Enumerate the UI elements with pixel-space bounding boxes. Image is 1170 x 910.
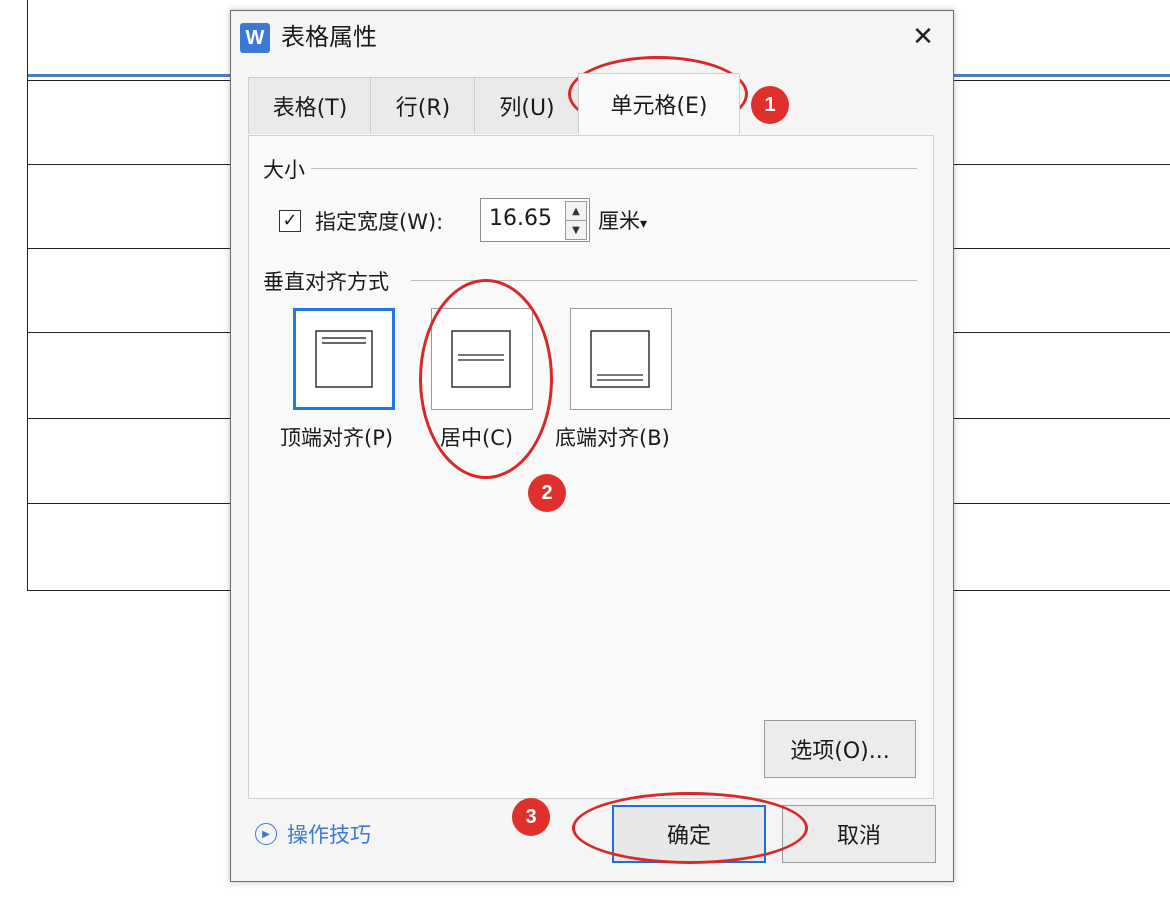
- valign-section-label: 垂直对齐方式: [263, 270, 389, 294]
- size-section-divider: [311, 168, 917, 169]
- spin-up-icon[interactable]: ▲: [565, 201, 587, 221]
- play-circle-icon: ▶: [255, 823, 277, 845]
- unit-label: 厘米: [598, 209, 640, 233]
- tips-label: 操作技巧: [287, 823, 371, 847]
- align-top-icon: [315, 330, 373, 388]
- unit-dropdown[interactable]: 厘米▾: [598, 205, 647, 235]
- dialog-titlebar[interactable]: W 表格属性 ✕: [231, 11, 953, 63]
- tab-table[interactable]: 表格(T): [248, 77, 372, 134]
- align-bottom-icon: [590, 330, 650, 388]
- cell-tab-panel: 大小 ✓ 指定宽度(W): 16.65 ▲ ▼ 厘米▾ 垂直对齐方式 顶端对齐(…: [248, 135, 934, 799]
- annotation-ellipse-ok-button: [572, 792, 808, 864]
- annotation-badge-2: 2: [528, 474, 566, 512]
- table-properties-dialog: W 表格属性 ✕ 表格(T) 行(R) 列(U) 单元格(E) 大小 ✓ 指定宽…: [230, 10, 954, 882]
- annotation-badge-1: 1: [751, 86, 789, 124]
- dialog-title: 表格属性: [281, 23, 377, 51]
- tab-column[interactable]: 列(U): [474, 77, 580, 134]
- valign-bottom-option[interactable]: [570, 308, 672, 410]
- annotation-badge-3: 3: [512, 798, 550, 836]
- valign-bottom-label: 底端对齐(B): [555, 426, 670, 450]
- annotation-ellipse-center-option: [419, 279, 553, 479]
- width-spin-buttons: ▲ ▼: [565, 201, 587, 240]
- spin-down-icon[interactable]: ▼: [565, 220, 587, 240]
- valign-top-label: 顶端对齐(P): [280, 426, 394, 450]
- chevron-down-icon: ▾: [640, 216, 648, 232]
- valign-top-option[interactable]: [293, 308, 395, 410]
- tab-cell[interactable]: 单元格(E): [578, 73, 740, 134]
- size-section-label: 大小: [263, 158, 305, 182]
- specify-width-label: 指定宽度(W):: [315, 210, 444, 234]
- width-value: 16.65: [489, 206, 552, 231]
- options-button[interactable]: 选项(O)...: [764, 720, 916, 778]
- valign-bottom-preview: [570, 308, 672, 410]
- wps-writer-icon: W: [240, 23, 270, 53]
- tips-link[interactable]: ▶ 操作技巧: [255, 819, 371, 849]
- valign-top-preview: [293, 308, 395, 410]
- tab-row[interactable]: 行(R): [370, 77, 476, 134]
- specify-width-checkbox[interactable]: ✓: [279, 210, 301, 232]
- close-icon[interactable]: ✕: [907, 21, 939, 53]
- width-spinbox[interactable]: 16.65 ▲ ▼: [480, 198, 590, 242]
